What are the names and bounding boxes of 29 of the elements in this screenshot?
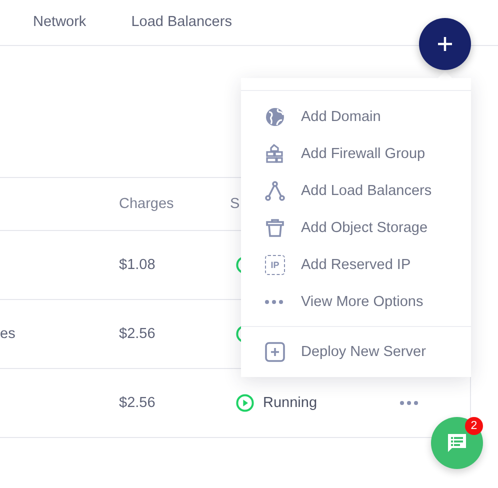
more-icon[interactable] <box>400 401 418 405</box>
branch-icon <box>265 180 285 200</box>
menu-item[interactable]: IP Add Reserved IP <box>241 246 471 283</box>
column-header: S <box>230 196 241 212</box>
globe-icon <box>265 106 285 126</box>
menu-item[interactable]: Add Firewall Group <box>241 135 471 172</box>
table-cell-text: $2.56 <box>119 395 156 411</box>
brick-wall-icon <box>265 144 285 164</box>
table-cell: es <box>0 326 16 342</box>
ip-icon: IP <box>265 254 285 274</box>
table-cell-text: $1.08 <box>119 257 156 273</box>
table-cell-text: $2.56 <box>119 326 156 342</box>
notification-badge: 2 <box>465 417 483 435</box>
plus-icon <box>265 342 285 362</box>
menu-item[interactable]: View More Options <box>241 283 471 320</box>
column-header: Charges <box>119 196 175 212</box>
menu-item[interactable]: Add Domain <box>241 98 471 135</box>
add-button[interactable] <box>419 18 471 70</box>
nav-tab[interactable]: Load Balancers <box>131 0 232 45</box>
plus-icon <box>437 36 453 52</box>
more-icon <box>265 300 283 304</box>
basket-icon <box>265 218 285 238</box>
status-text: Running <box>263 395 318 411</box>
menu-item[interactable]: Deploy New Server <box>241 333 471 370</box>
menu-item[interactable]: Add Load Balancers <box>241 172 471 209</box>
chat-button[interactable] <box>431 417 483 469</box>
nav-tab[interactable]: Network <box>33 0 86 45</box>
menu-item[interactable]: Add Object Storage <box>241 209 471 246</box>
chat-icon <box>446 432 468 454</box>
